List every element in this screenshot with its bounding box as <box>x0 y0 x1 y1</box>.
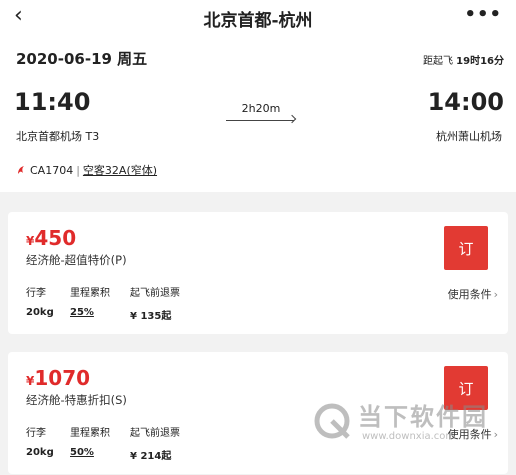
more-horizontal-icon[interactable]: ••• <box>464 4 502 25</box>
chevron-right-icon: › <box>493 288 498 301</box>
countdown-label: 距起飞 <box>422 56 453 67</box>
departure-airport: 北京首都机场 T3 <box>16 130 100 143</box>
aircraft-type-link[interactable]: 空客32A(窄体) <box>83 162 157 178</box>
refund-info: 起飞前退票 ¥ 135起 <box>130 284 180 322</box>
flight-info-panel: 2020-06-19 周五 距起飞 19时16分 11:40 2h20m 14:… <box>0 36 516 192</box>
site-watermark: 当下软件园 www.downxia.com <box>312 395 502 457</box>
baggage-value: 20kg <box>26 447 54 458</box>
duration-line <box>226 120 294 121</box>
air-china-logo-icon <box>18 166 24 174</box>
book-button[interactable]: 订 <box>444 226 488 270</box>
price-value: 450 <box>34 226 77 250</box>
rules-label: 使用条件 <box>447 288 492 301</box>
baggage-info: 行李 20kg <box>26 424 54 458</box>
watermark-text: 当下软件园 <box>358 403 488 431</box>
top-bar: ‹ 北京首都-杭州 ••• <box>0 0 516 36</box>
refund-info: 起飞前退票 ¥ 214起 <box>130 424 180 462</box>
refund-label: 起飞前退票 <box>130 288 180 299</box>
flight-duration: 2h20m <box>241 102 281 115</box>
refund-value: ¥ 214起 <box>130 451 172 462</box>
baggage-info: 行李 20kg <box>26 284 54 318</box>
miles-label: 里程累积 <box>70 288 110 299</box>
watermark-url: www.downxia.com <box>362 431 456 442</box>
arrow-right-icon <box>287 114 297 124</box>
refund-label: 起飞前退票 <box>130 428 180 439</box>
fare-rules-link[interactable]: 使用条件 › <box>448 286 498 302</box>
separator: | <box>76 163 80 177</box>
arrival-time: 14:00 <box>427 88 504 116</box>
baggage-label: 行李 <box>26 428 46 439</box>
fare-card: ¥450 经济舱-超值特价(P) 行李 20kg 里程累积 25% 起飞前退票 … <box>8 212 508 334</box>
miles-value[interactable]: 25% <box>70 307 110 318</box>
miles-info: 里程累积 50% <box>70 424 110 458</box>
flight-date: 2020-06-19 周五 <box>16 50 148 68</box>
countdown-value: 19时16分 <box>456 56 504 67</box>
departure-time: 11:40 <box>14 88 91 116</box>
fare-price: ¥450 <box>26 226 76 250</box>
miles-info: 里程累积 25% <box>70 284 110 318</box>
baggage-value: 20kg <box>26 307 54 318</box>
refund-value: ¥ 135起 <box>130 311 172 322</box>
miles-label: 里程累积 <box>70 428 110 439</box>
cabin-class: 经济舱-超值特价(P) <box>26 253 127 267</box>
cabin-class: 经济舱-特惠折扣(S) <box>26 393 127 407</box>
carrier-info: CA1704 | 空客32A(窄体) <box>16 162 157 178</box>
baggage-label: 行李 <box>26 288 46 299</box>
price-value: 1070 <box>34 366 91 390</box>
watermark-logo-icon <box>314 403 350 439</box>
page-title: 北京首都-杭州 <box>203 11 313 31</box>
departure-countdown: 距起飞 19时16分 <box>423 52 504 67</box>
fare-price: ¥1070 <box>26 366 90 390</box>
miles-value[interactable]: 50% <box>70 447 110 458</box>
flight-number: CA1704 <box>30 163 74 177</box>
arrival-airport: 杭州萧山机场 <box>436 130 502 143</box>
